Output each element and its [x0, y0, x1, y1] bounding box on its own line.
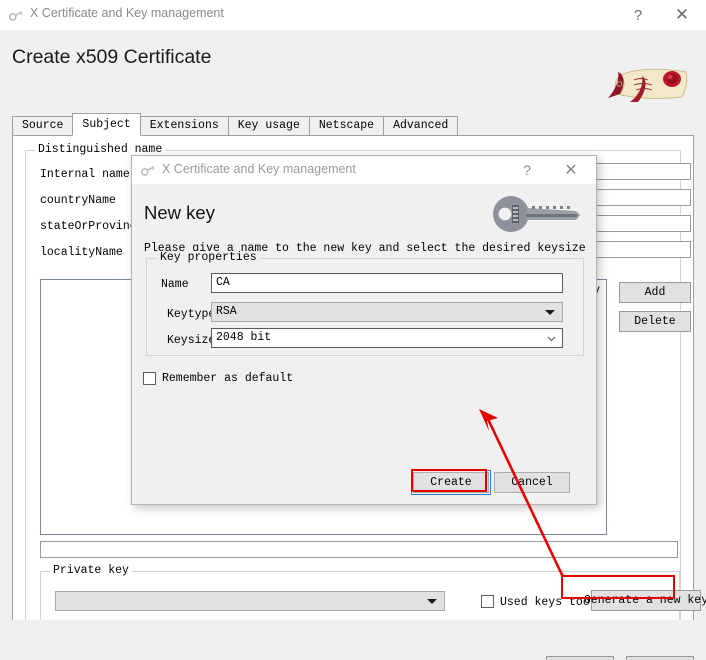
add-button[interactable]: Add: [619, 282, 691, 303]
keytype-combobox-value: RSA: [216, 305, 237, 318]
close-icon[interactable]: ✕: [660, 0, 704, 30]
key-properties-group: Key properties Name Keytype Keysize CA R…: [146, 251, 584, 356]
ok-button[interactable]: OK: [546, 656, 614, 660]
used-keys-too-label: Used keys too: [500, 596, 590, 609]
tab-netscape[interactable]: Netscape: [308, 116, 385, 135]
dialog-close-icon[interactable]: ✕: [552, 156, 590, 184]
dialog-title: X Certificate and Key management: [162, 162, 356, 176]
label-country-name: countryName: [40, 194, 116, 207]
tab-source[interactable]: Source: [12, 116, 74, 135]
key-icon: [8, 7, 24, 23]
dialog-heading: New key: [144, 202, 215, 223]
key-name-input[interactable]: CA: [211, 273, 563, 293]
private-key-title: Private key: [50, 564, 132, 577]
cancel-button[interactable]: Cancel: [626, 656, 694, 660]
certificate-scroll-icon: [604, 62, 696, 108]
keysize-combobox[interactable]: 2048 bit: [211, 328, 563, 348]
keysize-combobox-value: 2048 bit: [216, 331, 272, 344]
app-window: X Certificate and Key management ? ✕ Cre…: [0, 0, 706, 660]
key-icon-large: [492, 194, 580, 234]
keytype-combobox[interactable]: RSA: [211, 302, 563, 322]
new-key-dialog: X Certificate and Key management ? ✕ New…: [131, 155, 597, 505]
label-internal-name: Internal name: [40, 168, 130, 181]
page-title: Create x509 Certificate: [12, 46, 212, 68]
remember-as-default-checkbox[interactable]: [143, 372, 156, 385]
create-button[interactable]: Create: [413, 472, 489, 493]
dialog-cancel-button[interactable]: Cancel: [494, 472, 570, 493]
window-titlebar: X Certificate and Key management ? ✕: [0, 0, 706, 31]
generate-a-new-key-button[interactable]: Generate a new key: [584, 590, 706, 611]
key-icon: [140, 162, 156, 178]
label-keytype: Keytype: [167, 308, 216, 321]
key-properties-title: Key properties: [157, 251, 260, 264]
label-keysize: Keysize: [167, 334, 216, 347]
chevron-down-icon: [545, 310, 555, 315]
attribute-value-input[interactable]: [40, 541, 678, 558]
label-name: Name: [161, 278, 189, 291]
tab-extensions[interactable]: Extensions: [139, 116, 229, 135]
tab-key-usage[interactable]: Key usage: [227, 116, 310, 135]
chevron-down-icon: [547, 334, 556, 343]
used-keys-too-checkbox[interactable]: [481, 595, 494, 608]
label-locality-name: localityName: [40, 246, 123, 259]
dialog-titlebar: X Certificate and Key management ? ✕: [132, 156, 596, 185]
footer-bar: OK Cancel: [0, 620, 706, 660]
tab-advanced[interactable]: Advanced: [383, 116, 459, 135]
delete-button[interactable]: Delete: [619, 311, 691, 332]
tabbar: Source Subject Extensions Key usage Nets…: [12, 113, 459, 136]
chevron-down-icon: [427, 599, 437, 604]
tab-subject[interactable]: Subject: [72, 113, 141, 136]
dialog-help-button[interactable]: ?: [508, 156, 546, 184]
help-button[interactable]: ?: [616, 0, 660, 30]
private-key-combobox[interactable]: [55, 591, 445, 611]
remember-as-default-label: Remember as default: [162, 372, 294, 385]
window-title: X Certificate and Key management: [30, 6, 224, 20]
